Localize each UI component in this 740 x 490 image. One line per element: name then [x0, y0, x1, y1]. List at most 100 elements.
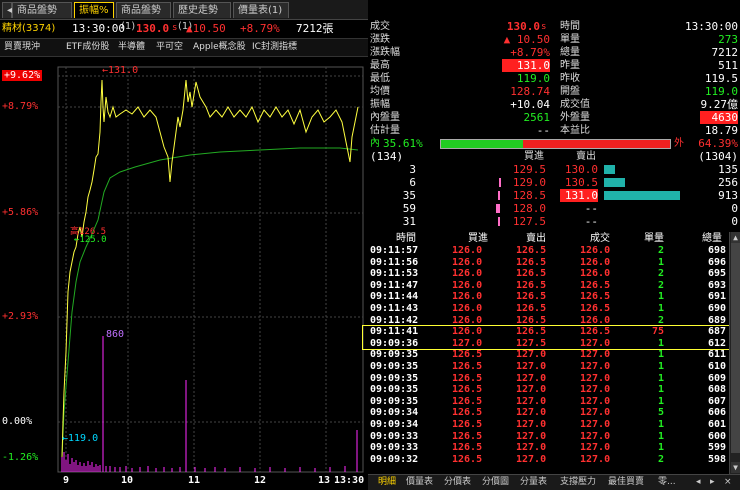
- inner-ratio-fill: [441, 140, 523, 148]
- tick-row[interactable]: 09:09:35 126.5 127.0 127.0 1 607: [368, 396, 740, 408]
- btab-best-quote[interactable]: 最佳買賣: [608, 475, 644, 490]
- tab-scroll-left-icon[interactable]: ◂: [2, 2, 12, 18]
- tick-ask: 127.0: [516, 419, 547, 430]
- tick-row[interactable]: 09:11:43 126.0 126.5 126.5 1 690: [368, 303, 740, 315]
- quote-label-tick-vol: 單量: [560, 34, 580, 45]
- toolbar-item-semiconductor[interactable]: 半導體: [118, 39, 145, 56]
- stock-price-suffix: s: [172, 23, 178, 33]
- tick-time: 09:11:53: [370, 268, 419, 280]
- tick-trade: 126.5: [580, 291, 611, 303]
- btab-price-volume[interactable]: 價量表: [406, 475, 433, 490]
- x-label-close: 13:30: [334, 475, 365, 486]
- quote-value-time: 13:30:00: [685, 20, 738, 33]
- toolbar-item-daytrade[interactable]: 買賣現沖: [4, 39, 40, 56]
- toolbar-item-apple[interactable]: Apple概念股: [193, 39, 246, 56]
- tick-row[interactable]: 09:09:32 126.5 127.0 127.0 2 598: [368, 454, 740, 466]
- tick-bid: 126.5: [452, 419, 483, 430]
- inner-outer-ratio-bar: [440, 139, 671, 149]
- tick-bid: 126.5: [452, 361, 483, 372]
- tick-row[interactable]: 09:11:53 126.0 126.5 126.0 2 695: [368, 268, 740, 280]
- tick-row[interactable]: 09:11:56 126.0 126.5 126.0 1 696: [368, 257, 740, 269]
- tab-price-volume[interactable]: 價量表(1): [233, 2, 289, 18]
- book-header-ask: 賣出: [576, 151, 596, 162]
- toolbar-item-etf[interactable]: ETF成份股: [66, 39, 109, 56]
- quote-value-change-pct: +8.79%: [510, 46, 550, 59]
- tick-bid: 126.5: [452, 349, 483, 361]
- ask-qty: 256: [718, 176, 738, 189]
- tick-row[interactable]: 09:11:57 126.0 126.5 126.0 2 698: [368, 245, 740, 257]
- outer-ratio-fill: [522, 140, 670, 148]
- tick-header-time: 時間: [396, 233, 416, 244]
- intraday-chart[interactable]: +9.62% +8.79% +5.86% +2.93% 0.00% -1.26%…: [0, 62, 368, 489]
- tick-row[interactable]: 09:09:34 126.5 127.0 127.0 1 601: [368, 419, 740, 431]
- btab-support-resistance[interactable]: 支撐壓力: [560, 475, 596, 490]
- bid-qty: 31: [402, 215, 416, 228]
- ask-price: 131.0: [560, 189, 598, 202]
- ask-qty: 135: [718, 163, 738, 176]
- bid-price: 129.0: [512, 176, 546, 189]
- tick-row[interactable]: 09:09:34 126.5 127.0 127.0 5 606: [368, 407, 740, 419]
- ask-qty: 0: [731, 215, 738, 228]
- tick-vol: 1: [657, 419, 664, 430]
- btab-odd-lot[interactable]: 零...: [658, 475, 676, 490]
- tick-row[interactable]: 09:09:33 126.5 127.0 127.0 1 600: [368, 431, 740, 443]
- tick-row[interactable]: 09:09:33 126.5 127.0 127.0 1 599: [368, 442, 740, 454]
- tick-row[interactable]: 09:11:44 126.0 126.5 126.5 1 691: [368, 291, 740, 303]
- tick-total: 607: [707, 395, 726, 407]
- tick-row[interactable]: 09:09:35 126.5 127.0 127.0 1 608: [368, 384, 740, 396]
- tick-time: 09:11:56: [370, 256, 419, 268]
- scroll-up-icon[interactable]: ▲: [731, 232, 740, 243]
- tab-amplitude[interactable]: 振幅%: [74, 2, 114, 18]
- btab-next-icon[interactable]: ▸: [710, 475, 715, 490]
- tick-vol: 1: [657, 442, 664, 454]
- tick-total: 598: [707, 453, 726, 465]
- tick-total: 696: [707, 256, 726, 268]
- tab-product-trend-1[interactable]: 商品盤勢(1): [116, 2, 171, 32]
- tick-time: 09:09:32: [370, 453, 419, 465]
- btab-prev-icon[interactable]: ◂: [696, 475, 701, 490]
- tick-trade: 127.0: [580, 407, 611, 419]
- tick-trade: 126.0: [580, 245, 611, 256]
- tab-product-trend[interactable]: 商品盤勢: [12, 2, 72, 18]
- scroll-thumb[interactable]: [731, 243, 740, 453]
- tick-row[interactable]: 09:11:47 126.0 126.5 126.5 2 693: [368, 280, 740, 292]
- toolbar-item-ic-testing[interactable]: IC封測指標: [252, 39, 297, 56]
- btab-price-chart[interactable]: 分價圖: [482, 475, 509, 490]
- quote-value-prev-close: 119.5: [704, 72, 738, 85]
- inner-pct: 35.61%: [383, 137, 423, 150]
- btab-close-icon[interactable]: ×: [724, 475, 732, 490]
- tab-history-trend[interactable]: 歷史走勢(1): [173, 2, 231, 32]
- tick-row[interactable]: 09:09:35 126.5 127.0 127.0 1 611: [368, 349, 740, 361]
- tick-ask: 127.0: [516, 395, 547, 407]
- bid-total: (134): [370, 150, 404, 163]
- btab-detail[interactable]: 明細: [378, 475, 396, 490]
- tick-total: 695: [707, 268, 726, 280]
- tick-row[interactable]: 09:09:35 126.5 127.0 127.0 1 609: [368, 373, 740, 385]
- tick-vol: 1: [657, 395, 664, 407]
- tick-ask: 126.5: [516, 279, 547, 291]
- quote-value-prev-vol: 511: [718, 59, 738, 72]
- quote-label-total-vol: 總量: [560, 47, 580, 58]
- tick-trade: 126.0: [580, 268, 611, 280]
- quote-label-pe: 本益比: [560, 125, 590, 136]
- stock-change: ▲10.50: [186, 22, 226, 35]
- quote-value-low: 119.0: [516, 72, 550, 85]
- tick-total: 609: [707, 372, 726, 384]
- btab-volume-table[interactable]: 分量表: [520, 475, 547, 490]
- btab-price-table[interactable]: 分價表: [444, 475, 471, 490]
- bid-qty: 35: [402, 189, 416, 202]
- tick-total: 599: [707, 442, 726, 454]
- quote-value-tick-vol: 273: [718, 33, 738, 46]
- tick-vol: 1: [657, 256, 664, 268]
- x-label-10: 10: [121, 475, 134, 486]
- tick-ask: 127.0: [516, 442, 547, 454]
- scroll-down-icon[interactable]: ▼: [731, 462, 740, 473]
- tick-vol: 1: [657, 361, 664, 372]
- x-label-9: 9: [63, 475, 70, 486]
- tick-scrollbar[interactable]: ▲ ▼: [729, 232, 740, 474]
- quote-label-inner-vol: 內盤量: [370, 112, 400, 123]
- tick-row[interactable]: 09:09:35 126.5 127.0 127.0 1 610: [368, 361, 740, 373]
- tick-trade: 126.0: [580, 256, 611, 268]
- toolbar-item-short[interactable]: 平可空: [156, 39, 183, 56]
- tick-total: 611: [707, 349, 726, 361]
